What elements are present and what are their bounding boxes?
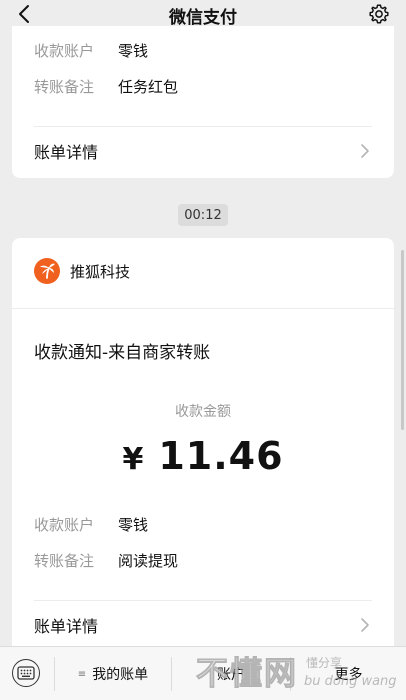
- bill-detail-link[interactable]: 账单详情: [34, 136, 372, 166]
- menu-label: 我的账单: [92, 667, 149, 683]
- page-title: 微信支付: [169, 7, 237, 28]
- chevron-right-icon: [361, 618, 369, 632]
- merchant-logo-palm-icon: [34, 258, 60, 284]
- row-value: 任务红包: [118, 78, 179, 96]
- row-label: 转账备注: [34, 552, 95, 570]
- menu-label: 账户: [217, 667, 245, 683]
- row-label: 收款账户: [34, 516, 95, 534]
- divider: [34, 126, 372, 127]
- divider: [34, 600, 372, 601]
- menu-account[interactable]: 账户: [172, 647, 290, 700]
- bill-detail-label: 账单详情: [34, 617, 99, 636]
- currency-symbol: ¥: [122, 442, 145, 477]
- merchant-name: 推狐科技: [70, 262, 131, 281]
- info-row-remark: 转账备注 阅读提现: [34, 550, 178, 571]
- notice-title: 收款通知-来自商家转账: [34, 343, 211, 363]
- amount-number: 11.46: [158, 434, 284, 478]
- row-label: 收款账户: [34, 42, 95, 60]
- bill-detail-link[interactable]: 账单详情: [34, 610, 372, 640]
- back-icon[interactable]: [14, 3, 34, 25]
- info-row-account: 收款账户 零钱: [34, 40, 148, 61]
- scrollbar[interactable]: [401, 250, 404, 430]
- row-value: 零钱: [118, 42, 149, 60]
- info-row-account: 收款账户 零钱: [34, 514, 148, 535]
- menu-list-icon: ≡: [77, 668, 87, 680]
- bottom-menu-bar: ≡ 我的账单 账户 更多: [0, 646, 406, 700]
- divider: [12, 308, 394, 309]
- amount-label: 收款金额: [175, 404, 231, 420]
- info-row-remark: 转账备注 任务红包: [34, 76, 178, 97]
- menu-more[interactable]: 更多: [291, 647, 406, 700]
- amount-value: ¥11.46: [12, 434, 394, 478]
- bill-detail-label: 账单详情: [34, 143, 99, 162]
- merchant-header[interactable]: 推狐科技: [34, 258, 130, 284]
- payment-notice-card[interactable]: 推狐科技 收款通知-来自商家转账 收款金额 ¥11.46 收款账户 零钱 转账备…: [12, 238, 394, 658]
- row-label: 转账备注: [34, 78, 95, 96]
- keyboard-toggle-icon[interactable]: [12, 659, 40, 687]
- settings-gear-icon[interactable]: [368, 3, 390, 25]
- row-value: 零钱: [118, 516, 149, 534]
- wechat-pay-chat: 微信支付 收款账户 零钱 转账备注 任务红包 账单详情 00:12 推狐科技 收…: [0, 0, 406, 700]
- previous-transfer-card: 收款账户 零钱 转账备注 任务红包 账单详情: [12, 26, 394, 178]
- menu-label: 更多: [334, 667, 363, 683]
- menu-my-bills[interactable]: ≡ 我的账单: [55, 647, 171, 700]
- message-timestamp: 00:12: [178, 204, 228, 226]
- chevron-right-icon: [361, 144, 369, 158]
- row-value: 阅读提现: [118, 552, 179, 570]
